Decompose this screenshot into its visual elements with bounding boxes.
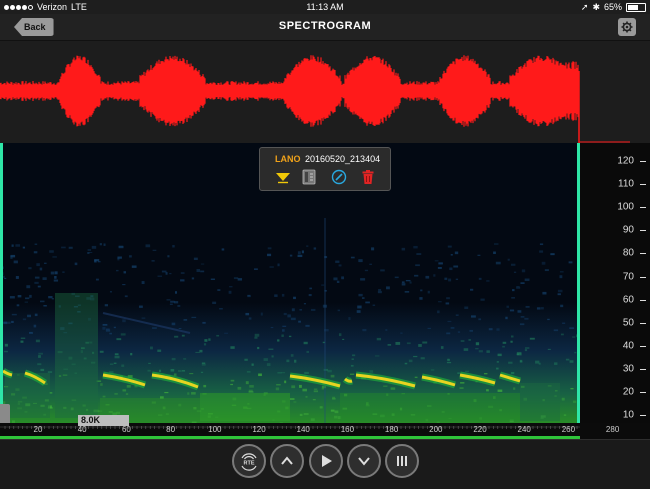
species-label: LANO — [275, 154, 301, 164]
notebook-icon — [302, 169, 316, 185]
status-bar: Verizon LTE 11:13 AM ➚ ✱ 65% — [0, 0, 650, 14]
play-button[interactable] — [309, 444, 343, 478]
time-tick-label: 280 — [606, 425, 619, 434]
location-icon: ➚ — [581, 0, 589, 14]
time-tick-label: 140 — [297, 425, 310, 434]
playback-controls: RTE — [0, 439, 650, 489]
frequency-tick-label: 70 — [623, 271, 634, 282]
menu-button[interactable] — [385, 444, 419, 478]
frequency-tick — [640, 369, 646, 370]
call-info-popup: LANO 20160520_213404 — [259, 147, 391, 191]
status-right: ➚ ✱ 65% — [581, 0, 646, 14]
frequency-tick-label: 80 — [623, 248, 634, 259]
waveform-panel[interactable] — [0, 41, 650, 143]
chevron-up-icon — [279, 453, 295, 469]
trash-icon — [361, 169, 375, 185]
time-tick-label: 20 — [34, 425, 43, 434]
time-tick-label: 120 — [252, 425, 265, 434]
frequency-tick — [640, 253, 646, 254]
clock: 11:13 AM — [0, 0, 650, 14]
battery-percent: 65% — [604, 0, 622, 14]
nav-bar: Back SPECTROGRAM — [0, 14, 650, 41]
time-tick-label: 200 — [429, 425, 442, 434]
frequency-tick — [640, 415, 646, 416]
frequency-tick — [640, 277, 646, 278]
play-icon — [318, 453, 334, 469]
rte-button[interactable]: RTE — [232, 444, 266, 478]
frequency-axis: 120 110 100 90 80 70 60 50 40 30 20 10 — [580, 143, 650, 423]
time-tick-label: 40 — [78, 425, 87, 434]
time-tick-label: 60 — [122, 425, 131, 434]
time-tick-label: 240 — [518, 425, 531, 434]
notes-button[interactable] — [302, 169, 316, 185]
bars-icon — [394, 453, 410, 469]
frequency-tick-label: 10 — [623, 410, 634, 421]
time-tick-label: 100 — [208, 425, 221, 434]
frequency-tick — [640, 323, 646, 324]
species-dropdown-button[interactable] — [275, 170, 291, 184]
triangle-down-icon — [275, 170, 291, 184]
svg-text:RTE: RTE — [244, 461, 255, 467]
scroll-down-button[interactable] — [347, 444, 381, 478]
time-tick-label: 180 — [385, 425, 398, 434]
frequency-tick — [640, 346, 646, 347]
time-tick-label: 260 — [562, 425, 575, 434]
frequency-tick — [640, 161, 646, 162]
scroll-up-button[interactable] — [270, 444, 304, 478]
chevron-down-icon — [356, 453, 372, 469]
gear-icon — [621, 21, 633, 33]
delete-button[interactable] — [361, 169, 375, 185]
frequency-tick-label: 50 — [623, 317, 634, 328]
edit-button[interactable] — [331, 169, 347, 185]
pencil-circle-icon — [331, 169, 347, 185]
time-tick-label: 80 — [166, 425, 175, 434]
frequency-tick — [640, 392, 646, 393]
waveform — [0, 41, 650, 143]
scroll-thumb[interactable]: 8.0K — [78, 415, 129, 426]
frequency-tick — [640, 207, 646, 208]
frequency-tick-label: 60 — [623, 294, 634, 305]
frequency-tick — [640, 230, 646, 231]
filename-label: 20160520_213404 — [305, 154, 380, 164]
settings-button[interactable] — [618, 18, 636, 36]
rte-icon: RTE — [237, 449, 261, 473]
battery-icon — [626, 3, 646, 12]
frequency-tick-label: 90 — [623, 225, 634, 236]
time-tick-label: 220 — [473, 425, 486, 434]
frequency-tick-label: 120 — [617, 156, 634, 167]
bluetooth-icon: ✱ — [592, 0, 600, 14]
frequency-tick-label: 40 — [623, 340, 634, 351]
frequency-tick-label: 100 — [617, 202, 634, 213]
time-tick-label: 160 — [341, 425, 354, 434]
frequency-tick — [640, 184, 646, 185]
page-title: SPECTROGRAM — [0, 20, 650, 32]
frequency-tick-label: 110 — [618, 179, 634, 190]
frequency-tick — [640, 300, 646, 301]
frequency-tick-label: 30 — [623, 363, 634, 374]
frequency-tick-label: 20 — [623, 387, 634, 398]
